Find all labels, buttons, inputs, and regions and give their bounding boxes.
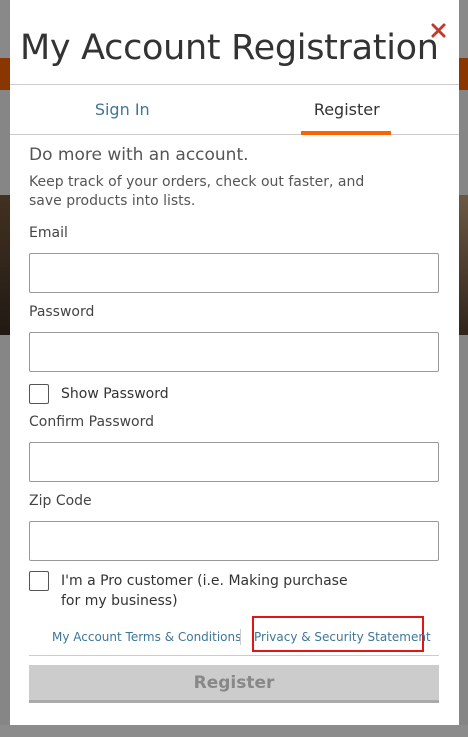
registration-modal: My Account Registration Sign In Register… xyxy=(10,0,459,725)
modal-title: My Account Registration xyxy=(20,28,439,68)
confirm-password-field[interactable] xyxy=(29,442,439,482)
link-divider xyxy=(240,629,241,645)
zip-code-label: Zip Code xyxy=(29,493,92,509)
privacy-link[interactable]: Privacy & Security Statement xyxy=(254,630,431,644)
registration-intro: Do more with an account. Keep track of y… xyxy=(29,145,439,211)
password-label: Password xyxy=(29,304,95,320)
tab-sign-in-label: Sign In xyxy=(94,100,150,119)
tab-register-label: Register xyxy=(313,100,380,119)
password-field[interactable] xyxy=(29,332,439,372)
tab-register[interactable]: Register xyxy=(235,85,460,135)
email-field[interactable] xyxy=(29,253,439,293)
tab-sign-in[interactable]: Sign In xyxy=(10,85,235,134)
pro-customer-label[interactable]: I'm a Pro customer (i.e. Making purchase… xyxy=(61,571,371,611)
register-button[interactable]: Register xyxy=(29,665,439,703)
email-label: Email xyxy=(29,225,68,241)
confirm-password-label: Confirm Password xyxy=(29,414,155,430)
zip-code-field[interactable] xyxy=(29,521,439,561)
pro-customer-checkbox[interactable] xyxy=(29,571,49,591)
show-password-label[interactable]: Show Password xyxy=(61,384,169,404)
intro-text: Keep track of your orders, check out fas… xyxy=(29,174,365,209)
register-button-label: Register xyxy=(193,672,275,693)
terms-link[interactable]: My Account Terms & Conditions xyxy=(52,630,241,644)
intro-heading: Do more with an account. xyxy=(29,145,249,165)
auth-tabs: Sign In Register xyxy=(10,84,459,135)
active-tab-indicator xyxy=(300,131,391,135)
divider xyxy=(29,655,439,656)
legal-links: My Account Terms & Conditions Privacy & … xyxy=(10,616,459,652)
show-password-checkbox[interactable] xyxy=(29,384,49,404)
